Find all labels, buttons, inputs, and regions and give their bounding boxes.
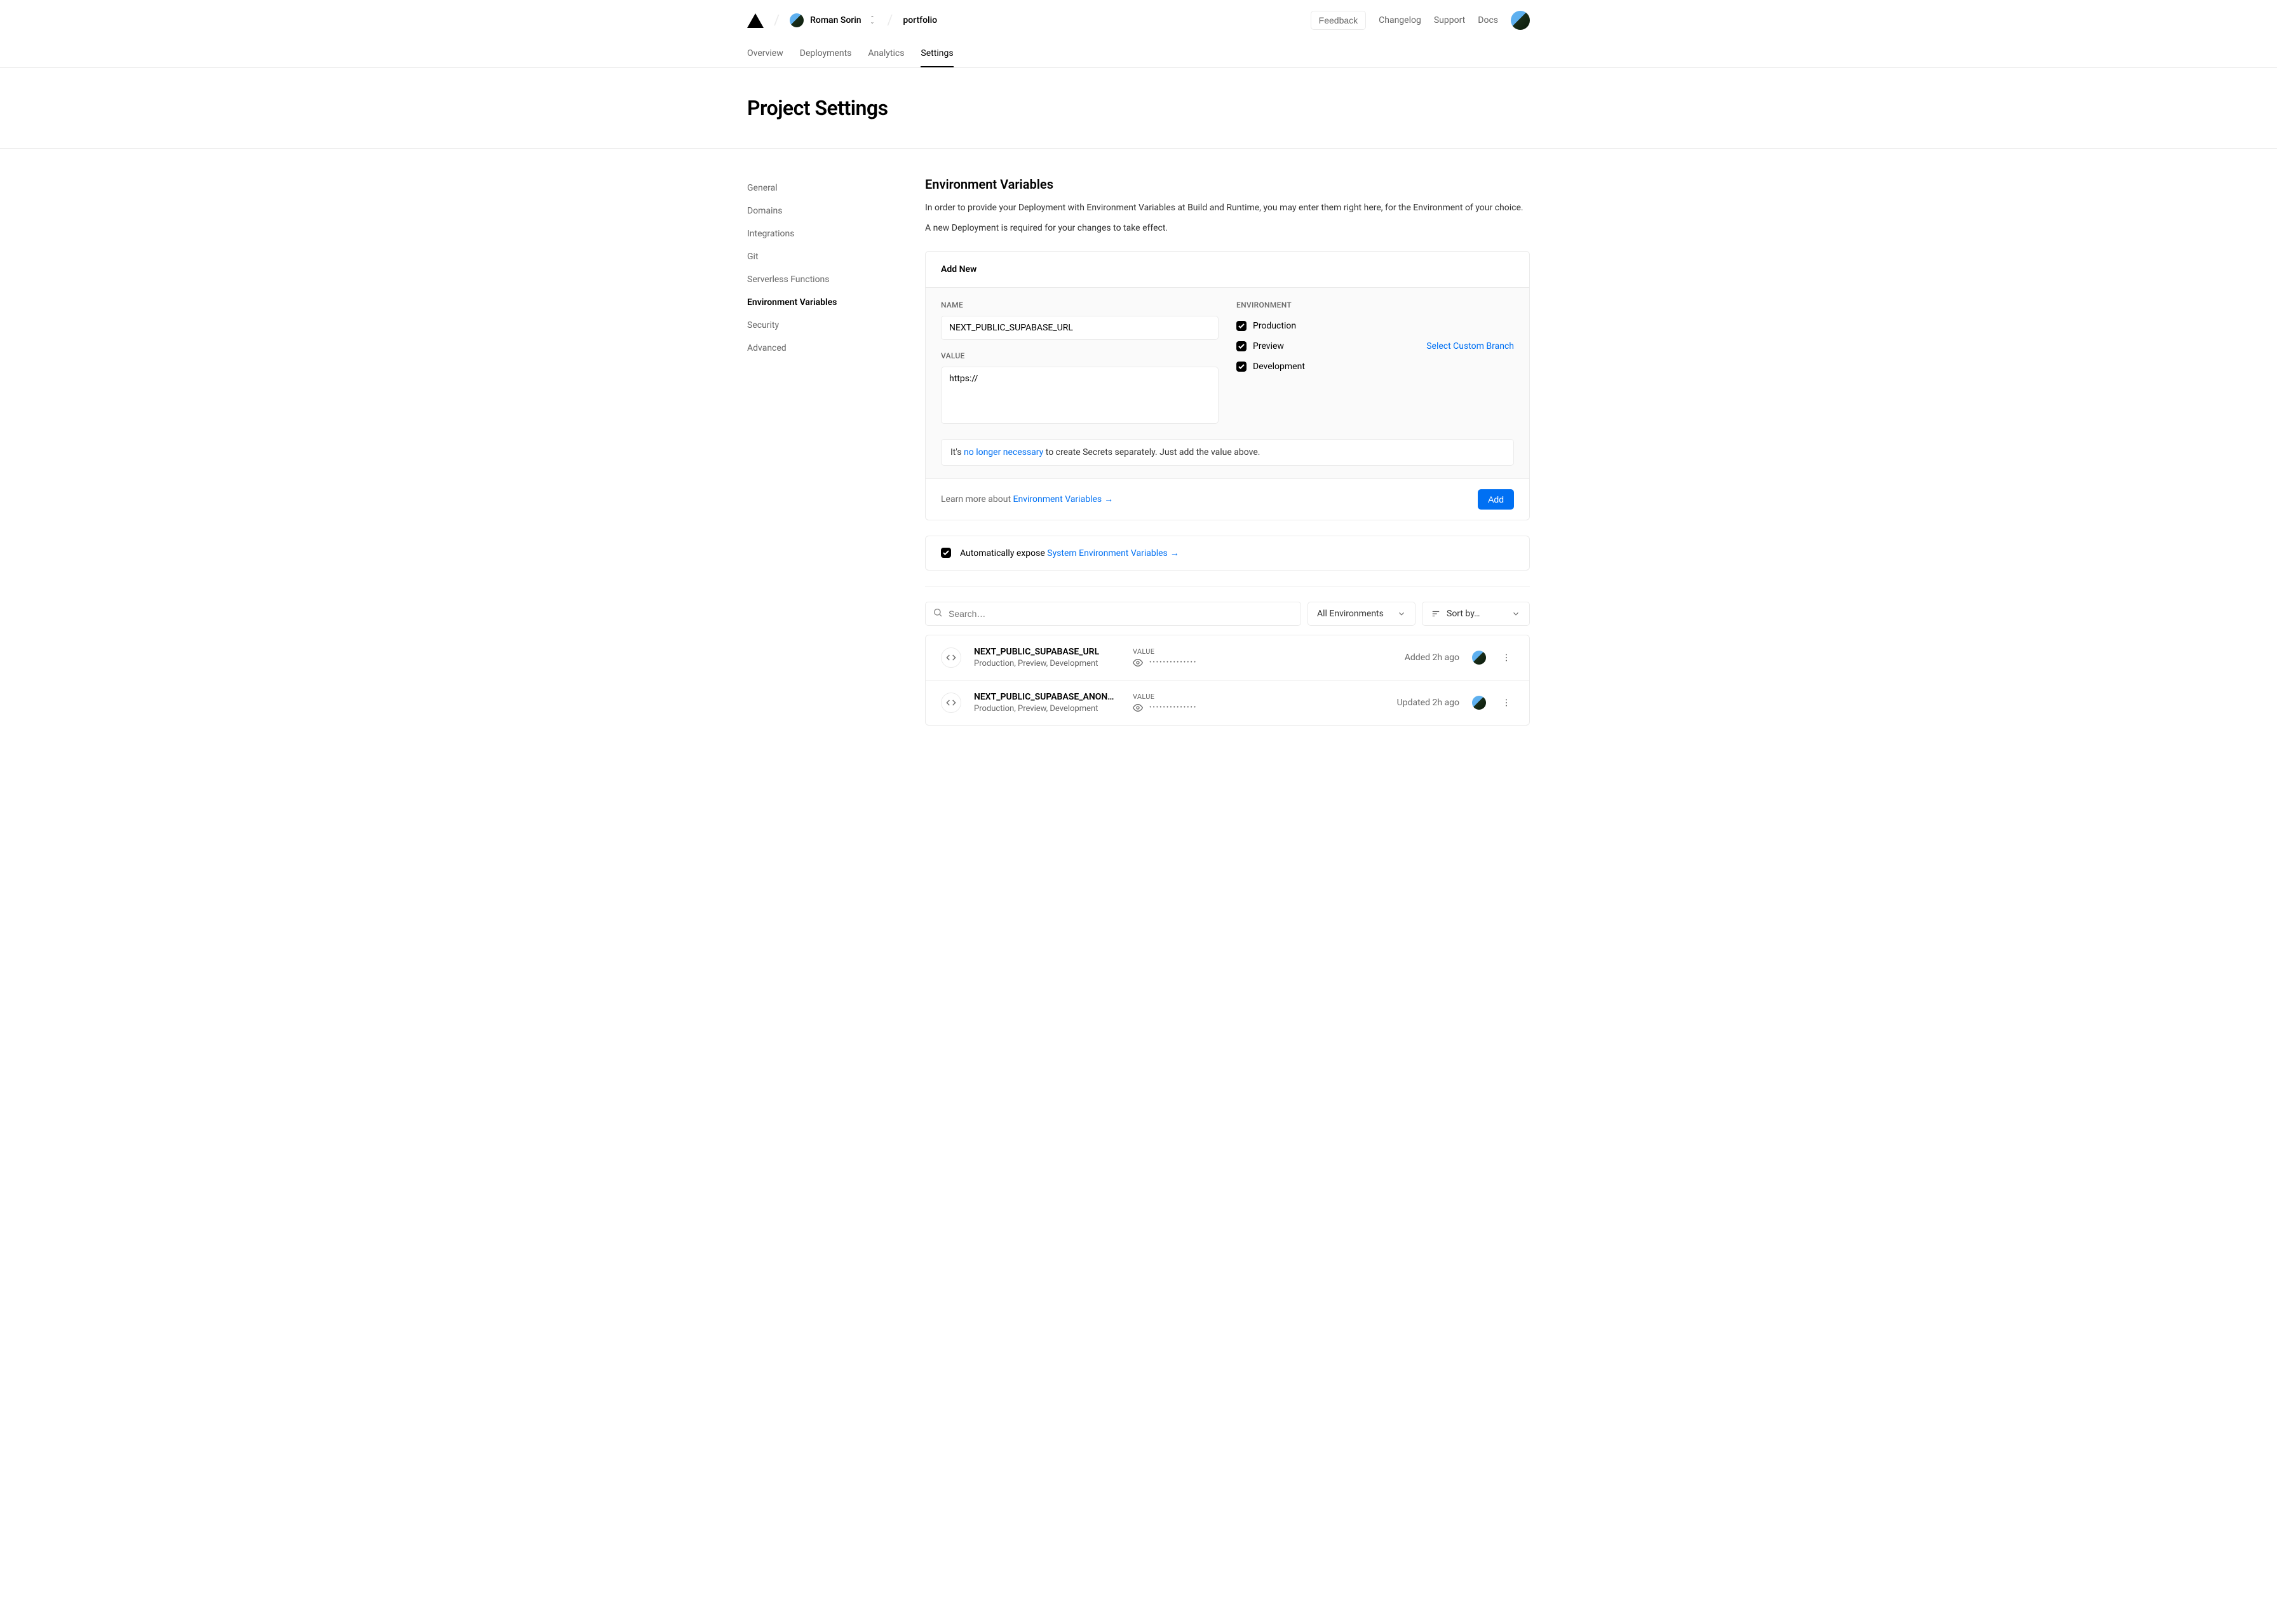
sidebar-item-git[interactable]: Git (747, 245, 900, 268)
env-label-preview: Preview (1253, 341, 1284, 351)
env-var-row: NEXT_PUBLIC_SUPABASE_URL Production, Pre… (926, 635, 1529, 680)
auto-expose-card: Automatically expose System Environment … (925, 536, 1530, 571)
value-label: VALUE (941, 351, 1219, 360)
env-label-development: Development (1253, 362, 1305, 372)
sidebar-item-advanced[interactable]: Advanced (747, 337, 900, 360)
env-production-row: Production (1236, 316, 1514, 336)
secrets-notice: It's no longer necessary to create Secre… (941, 439, 1514, 466)
chevron-down-icon (1397, 609, 1406, 618)
chevron-down-icon (1511, 609, 1520, 618)
sidebar-item-domains[interactable]: Domains (747, 200, 900, 222)
nav-docs[interactable]: Docs (1478, 15, 1498, 25)
section-title: Environment Variables (925, 177, 1530, 192)
sort-icon (1431, 609, 1440, 618)
eye-icon[interactable] (1133, 658, 1143, 668)
value-input[interactable] (941, 367, 1219, 424)
tab-overview[interactable]: Overview (747, 41, 783, 67)
env-filter-dropdown[interactable]: All Environments (1307, 602, 1416, 626)
sidebar-item-general[interactable]: General (747, 177, 900, 200)
tab-deployments[interactable]: Deployments (800, 41, 852, 67)
code-icon (941, 647, 961, 668)
author-avatar (1472, 696, 1486, 710)
card-heading: Add New (926, 252, 1529, 288)
checkbox-auto-expose[interactable] (941, 548, 951, 558)
env-vars-docs-link[interactable]: Environment Variables (1013, 494, 1114, 504)
var-name: NEXT_PUBLIC_SUPABASE_ANON… (974, 692, 1120, 702)
nav-support[interactable]: Support (1434, 15, 1465, 25)
checkbox-development[interactable] (1236, 362, 1247, 372)
sidebar-item-security[interactable]: Security (747, 314, 900, 337)
vercel-logo[interactable] (747, 13, 764, 28)
project-name: portfolio (903, 15, 937, 25)
masked-value: •••••••••••••• (1149, 659, 1197, 666)
add-button[interactable]: Add (1478, 489, 1514, 510)
system-env-vars-link[interactable]: System Environment Variables (1047, 548, 1179, 558)
var-envs: Production, Preview, Development (974, 704, 1120, 714)
section-desc: In order to provide your Deployment with… (925, 201, 1530, 215)
no-longer-necessary-link[interactable]: no longer necessary (964, 447, 1043, 457)
feedback-button[interactable]: Feedback (1311, 11, 1366, 30)
checkbox-production[interactable] (1236, 321, 1247, 331)
value-label: VALUE (1133, 693, 1384, 701)
sidebar-item-integrations[interactable]: Integrations (747, 222, 900, 245)
select-custom-branch-link[interactable]: Select Custom Branch (1426, 341, 1514, 351)
learn-more: Learn more about Environment Variables (941, 494, 1113, 504)
team-name: Roman Sorin (810, 15, 861, 25)
env-var-list: NEXT_PUBLIC_SUPABASE_URL Production, Pre… (925, 635, 1530, 726)
breadcrumb-slash: / (774, 13, 780, 29)
project-tabs: Overview Deployments Analytics Settings (732, 41, 1545, 67)
more-actions-button[interactable] (1499, 650, 1514, 665)
env-preview-row: Preview Select Custom Branch (1236, 336, 1514, 356)
var-timestamp: Updated 2h ago (1397, 698, 1459, 708)
name-input[interactable] (941, 316, 1219, 340)
add-new-card: Add New NAME VALUE ENVIRONMENT Productio… (925, 251, 1530, 520)
code-icon (941, 693, 961, 713)
settings-sidebar: General Domains Integrations Git Serverl… (747, 177, 900, 726)
search-input[interactable] (925, 602, 1301, 626)
more-actions-button[interactable] (1499, 695, 1514, 710)
sidebar-item-env-vars[interactable]: Environment Variables (747, 291, 900, 314)
nav-changelog[interactable]: Changelog (1379, 15, 1421, 25)
sidebar-item-serverless[interactable]: Serverless Functions (747, 268, 900, 291)
user-avatar[interactable] (1511, 11, 1530, 30)
author-avatar (1472, 651, 1486, 665)
checkbox-preview[interactable] (1236, 341, 1247, 351)
name-label: NAME (941, 301, 1219, 309)
var-timestamp: Added 2h ago (1405, 653, 1459, 663)
breadcrumb-slash: / (887, 13, 893, 29)
search-icon (933, 607, 943, 620)
env-var-row: NEXT_PUBLIC_SUPABASE_ANON… Production, P… (926, 680, 1529, 725)
breadcrumb-project[interactable]: portfolio (903, 15, 937, 25)
team-avatar (790, 13, 804, 27)
eye-icon[interactable] (1133, 703, 1143, 713)
team-switcher-icon[interactable]: ⌃⌄ (868, 14, 877, 27)
env-label: ENVIRONMENT (1236, 301, 1514, 309)
var-envs: Production, Preview, Development (974, 659, 1120, 668)
value-label: VALUE (1133, 647, 1392, 656)
page-title: Project Settings (747, 96, 1530, 120)
sort-dropdown[interactable]: Sort by… (1422, 602, 1530, 626)
var-name: NEXT_PUBLIC_SUPABASE_URL (974, 647, 1120, 657)
env-label-production: Production (1253, 321, 1296, 331)
masked-value: •••••••••••••• (1149, 704, 1197, 711)
tab-settings[interactable]: Settings (921, 41, 953, 67)
env-development-row: Development (1236, 356, 1514, 377)
breadcrumb-team[interactable]: Roman Sorin ⌃⌄ (790, 13, 877, 27)
section-desc-2: A new Deployment is required for your ch… (925, 221, 1530, 235)
tab-analytics[interactable]: Analytics (868, 41, 904, 67)
